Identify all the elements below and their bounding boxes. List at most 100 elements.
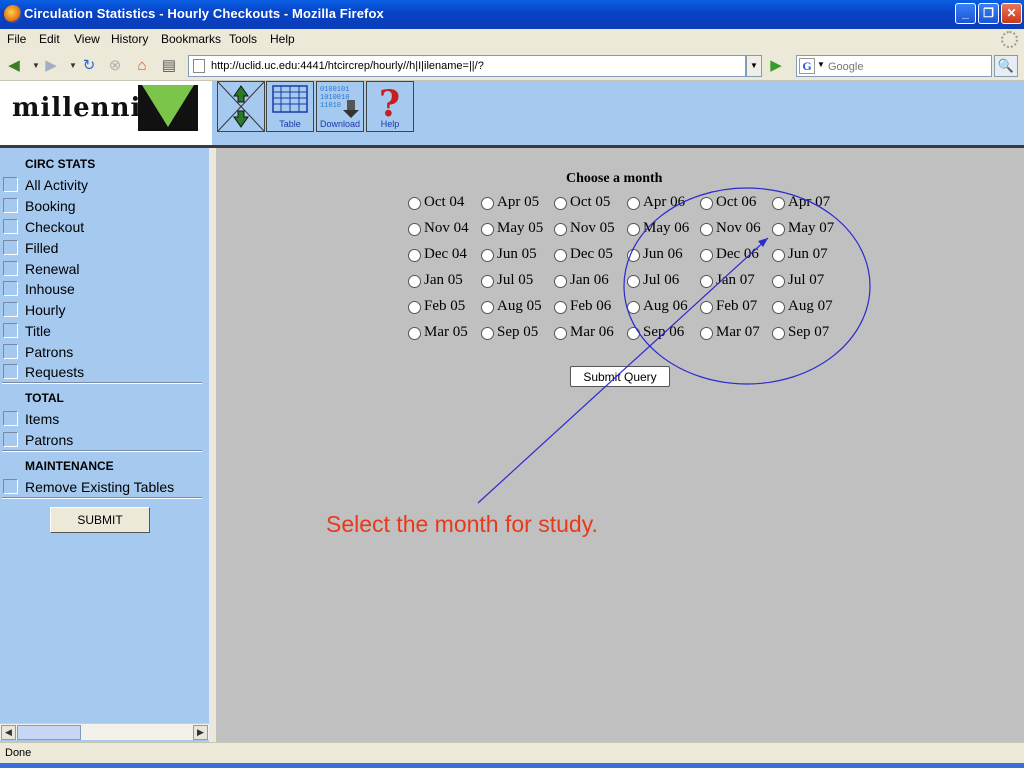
forward-icon[interactable]: ▶ (42, 57, 60, 75)
checkbox[interactable] (3, 219, 18, 234)
month-option[interactable]: Nov 06 (700, 220, 780, 240)
radio-button[interactable] (554, 327, 567, 340)
month-option[interactable]: Sep 06 (627, 324, 707, 344)
radio-button[interactable] (408, 327, 421, 340)
month-option[interactable]: Aug 06 (627, 298, 707, 318)
home-icon[interactable]: ⌂ (133, 57, 151, 75)
radio-button[interactable] (772, 327, 785, 340)
month-option[interactable]: Oct 04 (408, 194, 488, 214)
menu-file[interactable]: File (7, 32, 26, 46)
address-bar[interactable] (188, 55, 746, 77)
checkbox[interactable] (3, 364, 18, 379)
radio-button[interactable] (481, 327, 494, 340)
radio-button[interactable] (554, 249, 567, 262)
radio-button[interactable] (772, 275, 785, 288)
menu-help[interactable]: Help (270, 32, 295, 46)
month-option[interactable]: Jan 07 (700, 272, 780, 292)
radio-button[interactable] (772, 223, 785, 236)
engine-dropdown-icon[interactable]: ▼ (817, 60, 825, 69)
month-option[interactable]: Jul 07 (772, 272, 852, 292)
search-input[interactable] (828, 59, 988, 74)
radio-button[interactable] (554, 223, 567, 236)
month-option[interactable]: Dec 06 (700, 246, 780, 266)
radio-button[interactable] (481, 197, 494, 210)
sidebar-horizontal-scrollbar[interactable]: ◀ ▶ (0, 723, 209, 740)
radio-button[interactable] (700, 301, 713, 314)
sidebar-submit-button[interactable]: SUBMIT (50, 507, 150, 533)
checkbox[interactable] (3, 240, 18, 255)
checkbox[interactable] (3, 198, 18, 213)
month-option[interactable]: Apr 05 (481, 194, 561, 214)
menu-view[interactable]: View (74, 32, 100, 46)
month-option[interactable]: Jan 06 (554, 272, 634, 292)
submit-query-button[interactable]: Submit Query (570, 366, 670, 387)
help-button[interactable]: ? Help (366, 81, 414, 132)
checkbox[interactable] (3, 344, 18, 359)
month-option[interactable]: Feb 07 (700, 298, 780, 318)
month-option[interactable]: Aug 07 (772, 298, 852, 318)
checkbox[interactable] (3, 323, 18, 338)
maximize-button[interactable]: ❐ (978, 3, 999, 24)
radio-button[interactable] (481, 249, 494, 262)
month-option[interactable]: Dec 04 (408, 246, 488, 266)
month-option[interactable]: Nov 04 (408, 220, 488, 240)
url-input[interactable] (211, 58, 731, 74)
go-icon[interactable]: ▶ (766, 56, 786, 76)
month-option[interactable]: Mar 05 (408, 324, 488, 344)
month-option[interactable]: Sep 07 (772, 324, 852, 344)
download-button[interactable]: 0100101 1010010 11010 Download (316, 81, 364, 132)
radio-button[interactable] (700, 249, 713, 262)
radio-button[interactable] (554, 275, 567, 288)
checkbox[interactable] (3, 411, 18, 426)
scroll-left-icon[interactable]: ◀ (1, 725, 16, 740)
radio-button[interactable] (408, 197, 421, 210)
menu-history[interactable]: History (111, 32, 148, 46)
google-icon[interactable]: G (799, 58, 815, 74)
checkbox[interactable] (3, 177, 18, 192)
month-option[interactable]: Feb 05 (408, 298, 488, 318)
month-option[interactable]: Feb 06 (554, 298, 634, 318)
radio-button[interactable] (627, 327, 640, 340)
menu-edit[interactable]: Edit (39, 32, 60, 46)
menu-bookmarks[interactable]: Bookmarks (161, 32, 221, 46)
search-bar[interactable]: G ▼ (796, 55, 992, 77)
month-option[interactable]: Mar 06 (554, 324, 634, 344)
month-option[interactable]: Oct 06 (700, 194, 780, 214)
radio-button[interactable] (408, 301, 421, 314)
month-option[interactable]: Jan 05 (408, 272, 488, 292)
month-option[interactable]: Oct 05 (554, 194, 634, 214)
nav-arrows-button[interactable] (217, 81, 265, 132)
stop-icon[interactable]: ⊗ (106, 57, 124, 75)
radio-button[interactable] (627, 249, 640, 262)
radio-button[interactable] (700, 197, 713, 210)
radio-button[interactable] (772, 197, 785, 210)
minimize-button[interactable]: _ (955, 3, 976, 24)
month-option[interactable]: Jul 05 (481, 272, 561, 292)
month-option[interactable]: Apr 07 (772, 194, 852, 214)
radio-button[interactable] (408, 275, 421, 288)
month-option[interactable]: Aug 05 (481, 298, 561, 318)
radio-button[interactable] (554, 197, 567, 210)
month-option[interactable]: May 06 (627, 220, 707, 240)
scroll-thumb[interactable] (17, 725, 81, 740)
scroll-right-icon[interactable]: ▶ (193, 725, 208, 740)
month-option[interactable]: Mar 07 (700, 324, 780, 344)
print-icon[interactable]: ▤ (160, 57, 178, 75)
back-icon[interactable]: ◀ (5, 57, 23, 75)
month-option[interactable]: Jun 05 (481, 246, 561, 266)
radio-button[interactable] (481, 223, 494, 236)
radio-button[interactable] (408, 249, 421, 262)
month-option[interactable]: Jul 06 (627, 272, 707, 292)
radio-button[interactable] (481, 275, 494, 288)
radio-button[interactable] (481, 301, 494, 314)
radio-button[interactable] (700, 327, 713, 340)
radio-button[interactable] (627, 301, 640, 314)
radio-button[interactable] (772, 301, 785, 314)
url-history-dropdown[interactable]: ▼ (746, 55, 762, 77)
checkbox[interactable] (3, 432, 18, 447)
radio-button[interactable] (700, 275, 713, 288)
checkbox[interactable] (3, 261, 18, 276)
radio-button[interactable] (772, 249, 785, 262)
month-option[interactable]: Dec 05 (554, 246, 634, 266)
menu-tools[interactable]: Tools (229, 32, 257, 46)
